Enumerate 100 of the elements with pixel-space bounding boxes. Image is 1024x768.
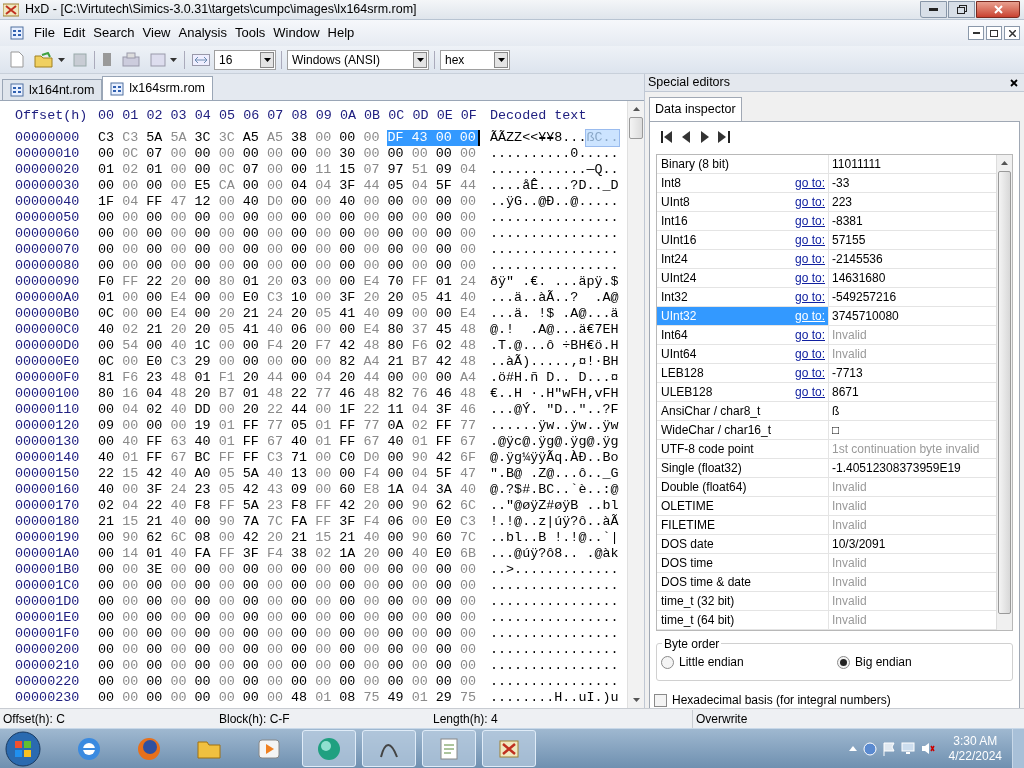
dropdown[interactable]: Windows (ANSI)	[287, 49, 429, 70]
property-name-cell[interactable]: Int8 go to:	[657, 174, 829, 192]
caret-icon[interactable]	[170, 57, 177, 62]
network-icon[interactable]	[862, 741, 877, 756]
property-name-cell[interactable]: UInt24 go to:	[657, 269, 829, 287]
menu-item[interactable]: Edit	[58, 23, 90, 43]
menu-item[interactable]: Tools	[230, 23, 270, 43]
go-to-link[interactable]: go to:	[794, 269, 825, 287]
property-value[interactable]: -33	[829, 174, 996, 192]
property-value[interactable]: 14631680	[829, 269, 996, 287]
flag-icon[interactable]	[882, 741, 895, 756]
property-value[interactable]: 10/3/2091	[829, 535, 996, 553]
property-name-cell[interactable]: OLETIME	[657, 497, 829, 515]
checkbox[interactable]	[654, 693, 667, 707]
taskbar-button[interactable]	[482, 730, 536, 767]
radio-button[interactable]	[661, 655, 674, 669]
property-value[interactable]: □	[829, 421, 996, 439]
property-name-cell[interactable]: Int32 go to:	[657, 288, 829, 306]
property-name-cell[interactable]: Int24 go to:	[657, 250, 829, 268]
speaker-icon[interactable]	[920, 742, 935, 755]
menu-item[interactable]: Help	[323, 23, 359, 43]
go-to-link[interactable]: go to:	[794, 326, 825, 344]
menu-item[interactable]: Window	[269, 23, 324, 43]
property-name-cell[interactable]: time_t (64 bit)	[657, 611, 829, 629]
go-to-link[interactable]: go to:	[794, 345, 825, 363]
property-name-cell[interactable]: LEB128 go to:	[657, 364, 829, 382]
property-value[interactable]: 11011111	[829, 155, 996, 173]
document-minimize-button[interactable]	[968, 26, 984, 40]
go-to-link[interactable]: go to:	[794, 231, 825, 249]
minimize-button[interactable]	[920, 1, 947, 18]
go-to-link[interactable]: go to:	[794, 174, 825, 192]
memory-icon[interactable]	[102, 52, 112, 67]
property-name-cell[interactable]: UInt64 go to:	[657, 345, 829, 363]
menu-item[interactable]: Search	[89, 23, 139, 43]
first-icon[interactable]	[661, 131, 673, 143]
property-name-cell[interactable]: Int64 go to:	[657, 326, 829, 344]
scrollbar-thumb[interactable]	[629, 117, 643, 139]
document-restore-button[interactable]	[986, 26, 1002, 40]
property-value[interactable]: 223	[829, 193, 996, 211]
dropdown[interactable]: hex	[440, 49, 510, 70]
go-to-link[interactable]: go to:	[794, 193, 825, 211]
start-button[interactable]	[4, 729, 42, 768]
menu-item[interactable]: Analysis	[174, 23, 231, 43]
dropdown[interactable]: 16	[214, 49, 276, 70]
up-arrow-icon[interactable]	[632, 107, 640, 111]
last-icon[interactable]	[718, 131, 730, 143]
file-tab[interactable]: lx164nt.rom	[2, 79, 103, 100]
taskbar-button[interactable]	[302, 730, 356, 767]
menu-item[interactable]: File	[30, 23, 59, 43]
property-value[interactable]: -549257216	[829, 288, 996, 306]
property-value[interactable]: -8381	[829, 212, 996, 230]
data-inspector-tab[interactable]: Data inspector	[649, 97, 742, 121]
property-name-cell[interactable]: UInt16 go to:	[657, 231, 829, 249]
go-to-link[interactable]: go to:	[794, 383, 825, 401]
property-value[interactable]: ß	[829, 402, 996, 420]
property-name-cell[interactable]: DOS time	[657, 554, 829, 572]
property-value[interactable]: -1.40512308373959E19	[829, 459, 996, 477]
previous-icon[interactable]	[682, 131, 691, 143]
width-icon	[192, 53, 210, 66]
caret-icon[interactable]	[58, 57, 65, 62]
property-name-cell[interactable]: time_t (32 bit)	[657, 592, 829, 610]
up-arrow-icon[interactable]	[1001, 161, 1008, 165]
property-name-cell[interactable]: Single (float32)	[657, 459, 829, 477]
property-name-cell[interactable]: UTF-8 code point	[657, 440, 829, 458]
scrollbar[interactable]	[996, 155, 1012, 630]
new-file-icon[interactable]	[10, 51, 24, 68]
property-value[interactable]: 57155	[829, 231, 996, 249]
property-name-cell[interactable]: DOS time & date	[657, 573, 829, 591]
property-value[interactable]: 8671	[829, 383, 996, 401]
close-button[interactable]	[976, 1, 1020, 18]
radio-button[interactable]	[837, 655, 850, 669]
down-arrow-icon[interactable]	[632, 698, 640, 702]
scrollbar[interactable]	[627, 101, 644, 708]
close-icon[interactable]	[1010, 78, 1018, 87]
property-name-cell[interactable]: Binary (8 bit)	[657, 155, 829, 173]
property-name-cell[interactable]: Int16 go to:	[657, 212, 829, 230]
monitor-icon[interactable]	[900, 742, 915, 755]
property-name-cell[interactable]: ULEB128 go to:	[657, 383, 829, 401]
property-name-cell[interactable]: UInt8 go to:	[657, 193, 829, 211]
go-to-link[interactable]: go to:	[794, 288, 825, 306]
property-value[interactable]: 3745710080	[829, 307, 996, 325]
taskbar-button[interactable]	[422, 730, 476, 767]
property-name-cell[interactable]: FILETIME	[657, 516, 829, 534]
property-value[interactable]: -2145536	[829, 250, 996, 268]
disk-icon[interactable]	[122, 52, 140, 67]
file-tab[interactable]: lx164srm.rom	[102, 76, 214, 100]
property-value[interactable]: -7713	[829, 364, 996, 382]
property-name-cell[interactable]: Double (float64)	[657, 478, 829, 496]
property-name-cell[interactable]: AnsiChar / char8_t	[657, 402, 829, 420]
menu-item[interactable]: View	[138, 23, 175, 43]
document-close-button[interactable]	[1004, 26, 1020, 40]
go-to-link[interactable]: go to:	[794, 250, 825, 268]
go-to-link[interactable]: go to:	[794, 364, 825, 382]
property-name-cell[interactable]: DOS date	[657, 535, 829, 553]
property-name-cell[interactable]: WideChar / char16_t	[657, 421, 829, 439]
maximize-button[interactable]	[948, 1, 975, 18]
taskbar-button[interactable]	[362, 730, 416, 767]
go-to-link[interactable]: go to:	[794, 212, 825, 230]
scrollbar-thumb[interactable]	[998, 171, 1011, 614]
next-icon[interactable]	[700, 131, 709, 143]
